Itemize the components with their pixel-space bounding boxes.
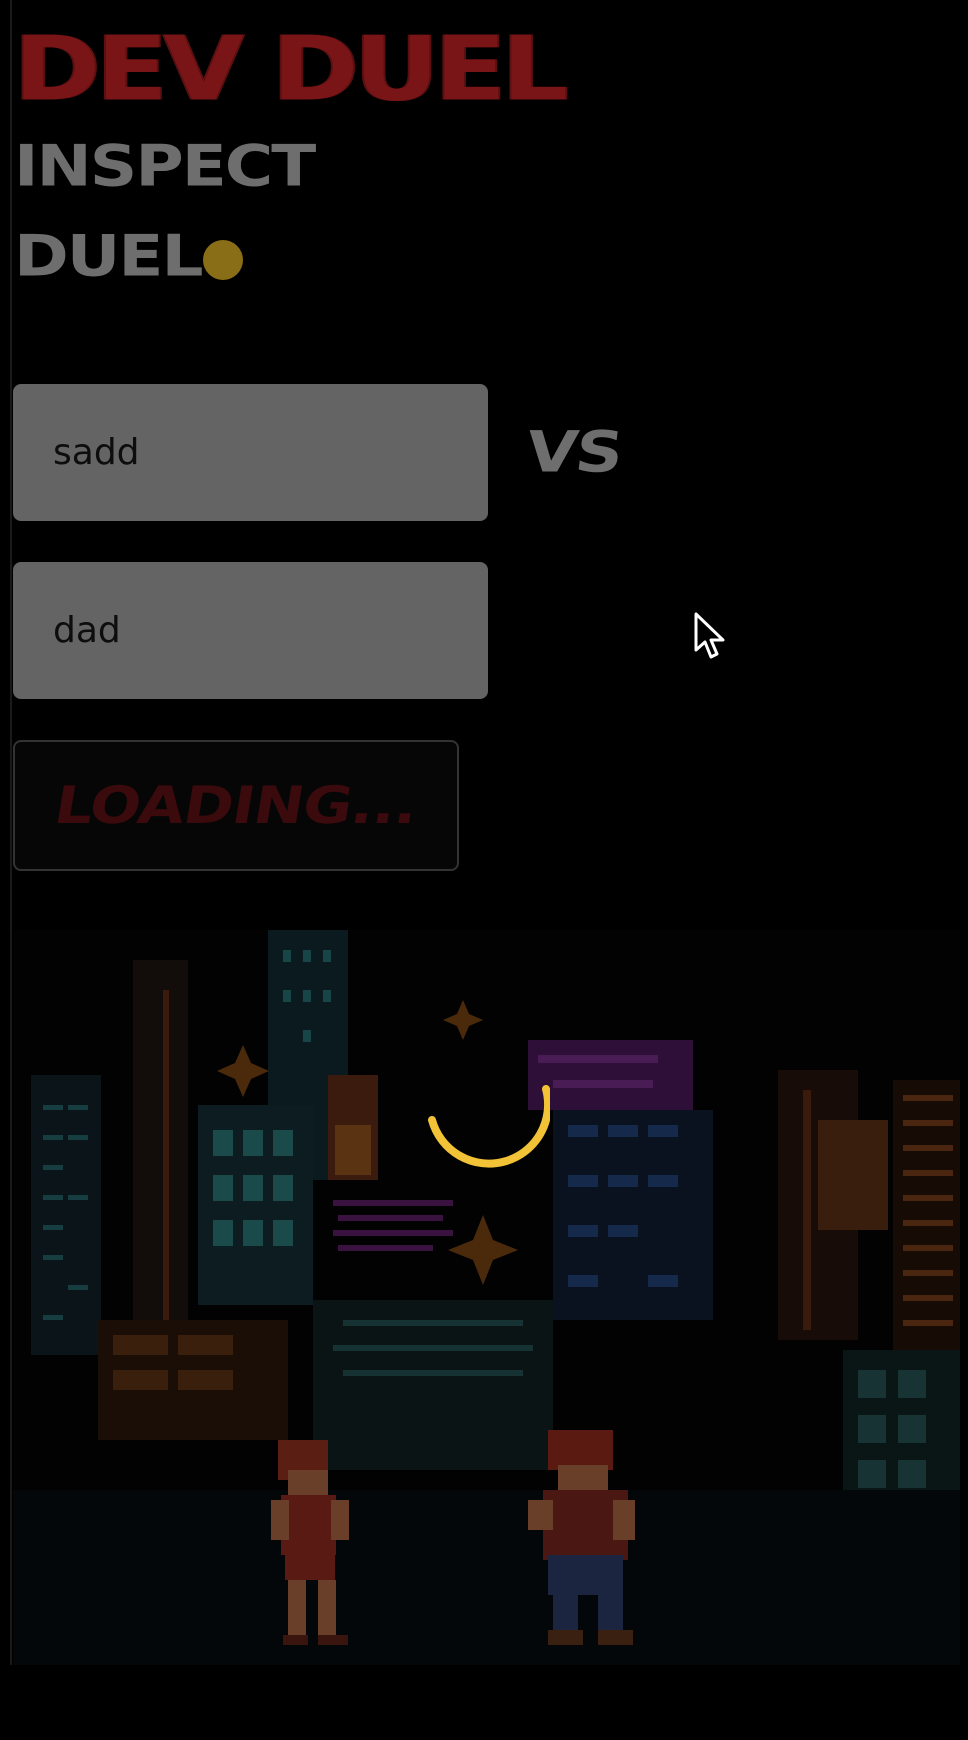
street-ground	[13, 1490, 960, 1665]
building-far-left	[31, 1075, 101, 1355]
main-nav: INSPECT DUEL	[14, 138, 316, 285]
player-two-field[interactable]	[13, 562, 488, 699]
duel-submit-button[interactable]: LOADING...	[13, 740, 459, 871]
player-one-field[interactable]	[13, 384, 488, 521]
building-purple-sign	[528, 1040, 693, 1110]
player-two-input[interactable]	[53, 610, 488, 651]
nav-item-duel[interactable]: DUEL	[14, 228, 204, 285]
vs-label: VS	[522, 418, 626, 486]
app-root: DEV DUEL INSPECT DUEL VS LOADING...	[0, 0, 968, 1740]
building-center-blue	[553, 1110, 713, 1320]
page-footer-space	[0, 1665, 968, 1740]
loading-spinner-icon	[428, 1085, 550, 1168]
pixel-city-background	[13, 930, 960, 1665]
player-one-input[interactable]	[53, 432, 488, 473]
duel-submit-label: LOADING...	[50, 775, 422, 836]
status-dot	[203, 240, 243, 280]
left-divider	[10, 0, 12, 1740]
mouse-pointer-icon	[694, 612, 725, 659]
app-title: DEV DUEL	[14, 16, 568, 122]
nav-item-inspect[interactable]: INSPECT	[14, 138, 316, 195]
